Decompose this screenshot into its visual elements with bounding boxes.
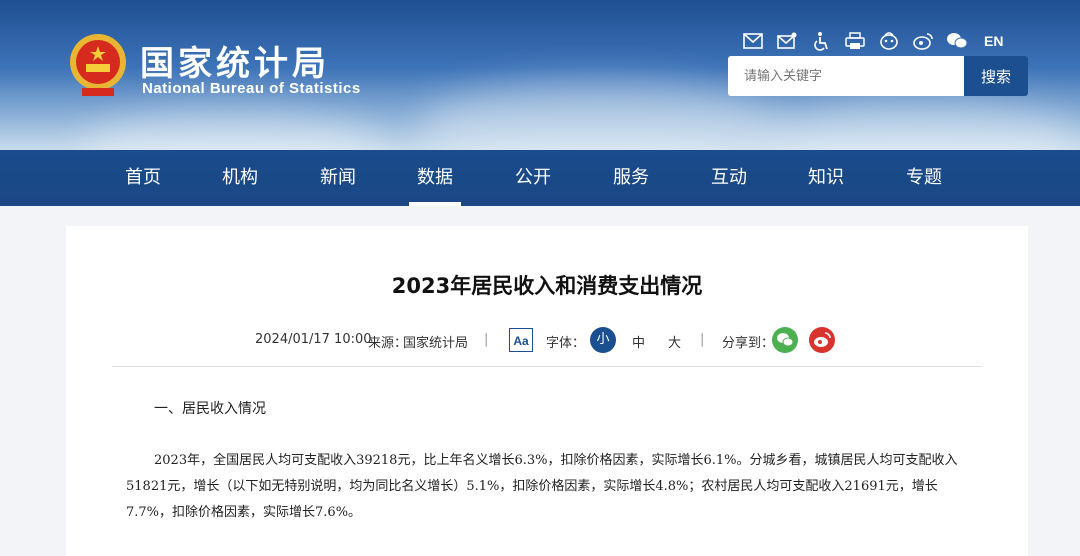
site-header: 国家统计局 National Bureau of Statistics EN 搜…	[0, 0, 1080, 150]
search-input[interactable]	[728, 56, 964, 96]
accessibility-icon[interactable]	[810, 31, 832, 51]
weibo-icon	[814, 332, 831, 347]
main-nav: 首页 机构 新闻 数据 公开 服务 互动 知识 专题	[0, 150, 1080, 206]
font-size-label: 字体：	[546, 336, 586, 351]
source-label: 来源：	[368, 336, 408, 351]
reading-mode-button[interactable]: Aa	[509, 328, 533, 352]
mail-icon[interactable]	[742, 31, 764, 51]
article-meta: 2024/01/17 10:00 来源： 国家统计局 | 字体： 中 大 | 分…	[66, 322, 1028, 358]
nav-item-services[interactable]: 服务	[591, 150, 671, 206]
search-button[interactable]: 搜索	[964, 56, 1028, 96]
font-size-large[interactable]: 大	[668, 332, 681, 351]
font-size-medium[interactable]: 中	[632, 332, 645, 351]
article-title: 2023年居民收入和消费支出情况	[391, 274, 703, 298]
weibo-icon[interactable]	[912, 31, 934, 51]
nav-item-organization[interactable]: 机构	[200, 150, 280, 206]
app-icon[interactable]	[878, 31, 900, 51]
article-date: 2024/01/17 10:00	[255, 332, 372, 347]
meta-divider	[112, 366, 982, 367]
article-card: 2023年居民收入和消费支出情况 2024/01/17 10:00 来源： 国家…	[66, 226, 1028, 556]
nav-item-news[interactable]: 新闻	[298, 150, 378, 206]
share-weibo-button[interactable]	[809, 327, 835, 353]
nav-item-home[interactable]: 首页	[103, 150, 183, 206]
logo-title-en[interactable]: National Bureau of Statistics	[142, 80, 361, 97]
meta-separator: |	[484, 332, 489, 347]
wechat-icon	[777, 333, 794, 347]
toolbar-icons: EN	[742, 30, 1003, 52]
share-label: 分享到：	[722, 336, 775, 351]
language-switch-en[interactable]: EN	[984, 31, 1003, 51]
article-source: 国家统计局	[403, 336, 469, 351]
national-emblem-icon	[70, 34, 126, 96]
font-size-small[interactable]: 小	[590, 327, 616, 353]
print-icon[interactable]	[844, 31, 866, 51]
meta-separator: |	[700, 332, 705, 347]
wechat-icon[interactable]	[946, 31, 968, 51]
mailbox-icon[interactable]	[776, 31, 798, 51]
nav-item-data[interactable]: 数据	[395, 150, 475, 206]
logo-title-cn[interactable]: 国家统计局	[140, 36, 330, 85]
nav-item-public[interactable]: 公开	[493, 150, 573, 206]
article-paragraph: 2023年，全国居民人均可支配收入39218元，比上年名义增长6.3%，扣除价格…	[126, 453, 958, 520]
section-heading: 一、居民收入情况	[154, 401, 266, 417]
nav-item-topics[interactable]: 专题	[884, 150, 964, 206]
nav-item-interaction[interactable]: 互动	[689, 150, 769, 206]
nav-item-knowledge[interactable]: 知识	[786, 150, 866, 206]
share-wechat-button[interactable]	[772, 327, 798, 353]
